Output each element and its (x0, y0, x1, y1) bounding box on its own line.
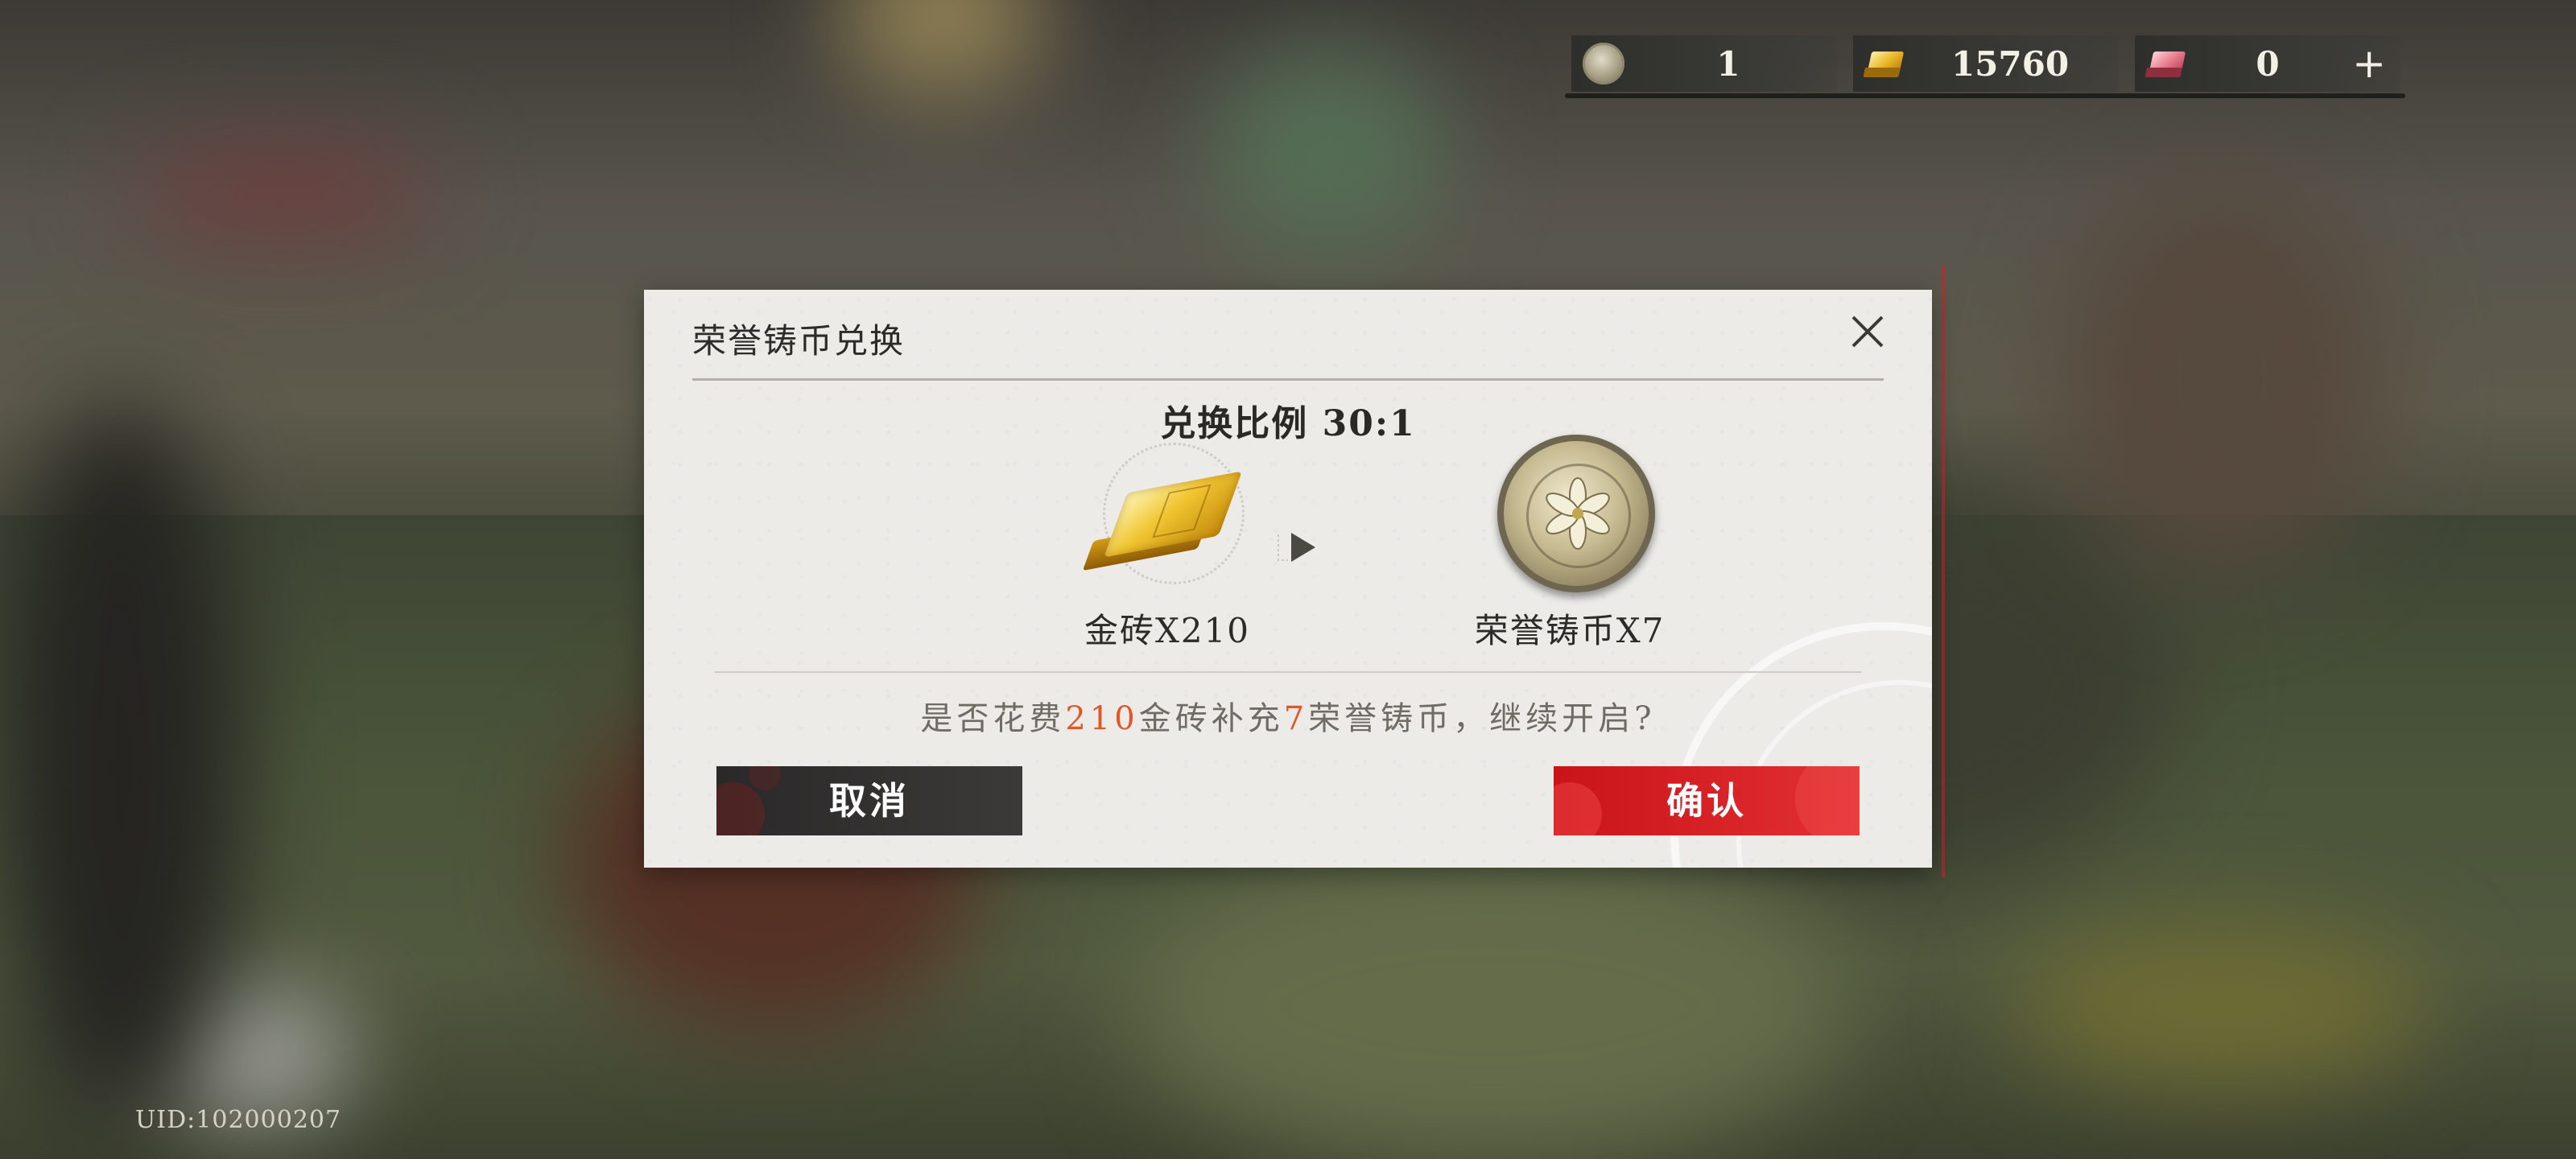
user-id: UID:102000207 (135, 1106, 342, 1134)
gold-brick-icon (1079, 435, 1256, 596)
add-currency-button[interactable]: + (2352, 35, 2386, 92)
prompt-cost: 210 (1065, 700, 1139, 737)
gold-brick-balance: 15760 (1853, 35, 2119, 92)
confirm-prompt: 是否花费210金砖补充7荣誉铸币，继续开启? (644, 692, 1932, 739)
gold-brick-count: 15760 (1951, 44, 2070, 84)
honor-coin-balance: 1 (1571, 35, 1837, 92)
cost-item: 金砖X210 (1046, 435, 1288, 653)
exchange-dialog: 荣誉铸币兑换 兑换比例 30:1 金砖X210 荣誉铸币X7 是否花费210金砖… (644, 290, 1932, 868)
close-icon (1852, 316, 1884, 348)
reward-item: 荣誉铸币X7 (1449, 435, 1690, 653)
prompt-suffix: 荣誉铸币，继续开启? (1308, 700, 1656, 737)
exchange-ratio: 兑换比例 30:1 (1160, 403, 1416, 444)
confirm-button[interactable]: 确认 (1554, 766, 1860, 835)
honor-coin-count: 1 (1716, 44, 1740, 84)
currency-bar: 1 15760 0 + (1565, 35, 2405, 98)
confirm-label: 确认 (1666, 779, 1747, 823)
honor-coin-icon (1583, 43, 1624, 85)
content-divider (715, 671, 1861, 673)
prompt-prefix: 是否花费 (920, 700, 1066, 737)
gold-brick-icon (1860, 43, 1913, 84)
cost-item-label: 金砖X210 (1084, 611, 1251, 650)
cancel-button[interactable]: 取消 (716, 766, 1022, 835)
pink-brick-count: 0 (2256, 44, 2280, 84)
honor-coin-icon (1481, 435, 1658, 596)
title-divider (692, 378, 1884, 381)
arrow-right-icon (1278, 533, 1315, 562)
cancel-label: 取消 (829, 779, 910, 823)
decorative-red-line (1942, 266, 1945, 877)
pink-brick-balance: 0 + (2135, 35, 2401, 92)
prompt-amount: 7 (1283, 700, 1309, 737)
close-button[interactable] (1843, 307, 1892, 356)
reward-item-label: 荣誉铸币X7 (1474, 611, 1666, 650)
dialog-title: 荣誉铸币兑换 (692, 321, 906, 361)
prompt-middle: 金砖补充 (1138, 700, 1284, 737)
pink-brick-icon (2142, 43, 2194, 84)
